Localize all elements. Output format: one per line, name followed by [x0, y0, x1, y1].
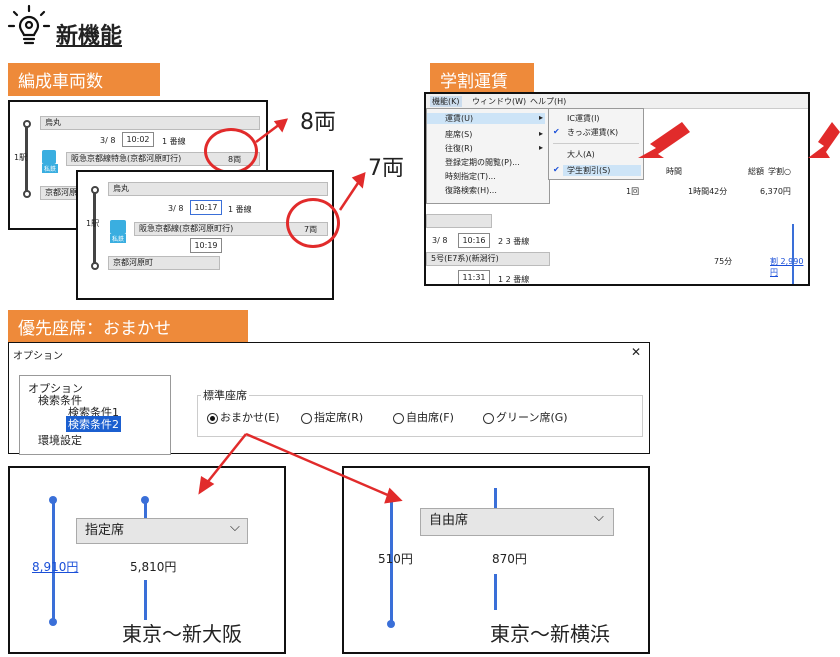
- options-tree: オプション 検索条件 検索条件1 検索条件2 環境設定: [19, 375, 171, 455]
- date: 3/ 8: [168, 204, 184, 213]
- time-box[interactable]: 11:31: [458, 270, 490, 284]
- train-icon-label: 私鉄: [110, 234, 127, 243]
- highlight-arrows: [638, 122, 840, 158]
- check-icon: ✔: [553, 165, 560, 174]
- train-icon: [42, 150, 56, 164]
- dialog-title: オプション: [13, 351, 63, 362]
- callout-back: 8両: [300, 110, 336, 135]
- menu-item-adult[interactable]: 大人(A): [567, 149, 595, 160]
- route-node: [387, 620, 395, 628]
- fare: 5,810円: [130, 560, 177, 574]
- track-label: 1駅: [86, 219, 100, 228]
- menu-item-seat[interactable]: 座席(S): [445, 129, 472, 140]
- minutes: 75分: [714, 257, 733, 266]
- station-to[interactable]: 京都河原町: [108, 256, 220, 270]
- chevron-right-icon: ▸: [539, 129, 544, 138]
- menu-item-time[interactable]: 時刻指定(T)...: [445, 171, 496, 182]
- time-box[interactable]: 10:02: [122, 132, 154, 147]
- menu-item-ticket[interactable]: きっぷ運賃(K): [567, 127, 618, 138]
- menu-divider: [553, 143, 639, 144]
- train-icon-label: 私鉄: [42, 164, 59, 173]
- menu-item-ic[interactable]: IC運賃(I): [567, 113, 600, 124]
- total-fare: 6,370円: [760, 187, 791, 196]
- chevron-down-icon: ⌵: [230, 520, 240, 535]
- chevron-right-icon: ▸: [539, 113, 544, 122]
- time-box[interactable]: 10:16: [458, 233, 490, 248]
- duration: 1時間42分: [688, 187, 728, 196]
- pointer-arrows: [198, 432, 403, 504]
- menu-item-fare[interactable]: 運賃(U): [427, 113, 545, 124]
- menu-function[interactable]: 機能(K): [430, 96, 462, 107]
- route-field: [426, 214, 492, 228]
- platform: 1 番線: [162, 137, 186, 146]
- menu-help[interactable]: ヘルプ(H): [530, 96, 566, 107]
- route-node: [49, 496, 57, 504]
- time-box[interactable]: 10:17: [190, 200, 222, 215]
- route-caption: 東京～新大阪: [122, 622, 242, 646]
- platform: 1 2 番線: [498, 275, 530, 284]
- platform: 1 番線: [228, 205, 252, 214]
- close-icon[interactable]: ✕: [631, 345, 641, 359]
- route-node: [49, 618, 57, 626]
- chevron-right-icon: ▸: [539, 143, 544, 152]
- seat-select[interactable]: 指定席: [76, 518, 248, 544]
- radio-dot: [483, 412, 494, 424]
- seat-select[interactable]: 自由席: [420, 508, 614, 536]
- track-label: 1駅: [14, 153, 28, 162]
- tag-car-count: 編成車両数: [8, 63, 160, 96]
- header: 新機能: [6, 4, 206, 49]
- menu-window[interactable]: ウィンドウ(W): [472, 96, 526, 107]
- rail-node: [23, 120, 31, 128]
- rail-node: [91, 186, 99, 194]
- menu-item-pass[interactable]: 登録定期の閲覧(P)...: [445, 157, 520, 168]
- chevron-down-icon: ⌵: [594, 510, 604, 525]
- tree-child-2[interactable]: 検索条件2: [66, 416, 121, 432]
- platform: 2 3 番線: [498, 237, 530, 246]
- tree-other[interactable]: 環境設定: [38, 432, 82, 448]
- radio-green[interactable]: グリーン席(G): [483, 409, 568, 425]
- route-line: [494, 488, 497, 508]
- seat-group-label: 標準座席: [201, 387, 249, 403]
- fare-link[interactable]: 8,910円: [32, 558, 78, 575]
- menu-item-return[interactable]: 復路検索(H)...: [445, 185, 497, 196]
- date: 3/ 8: [100, 136, 116, 145]
- rail-node: [91, 262, 99, 270]
- route-caption: 東京～新横浜: [490, 622, 610, 646]
- fare: 870円: [492, 552, 527, 566]
- train-name: 5号(E7系)(新潟行): [426, 252, 550, 266]
- check-icon: ✔: [553, 127, 560, 136]
- arrive-time[interactable]: 10:19: [190, 238, 222, 253]
- date: 3/ 8: [432, 236, 448, 245]
- rail-node: [23, 190, 31, 198]
- transfers: 1回: [626, 187, 640, 196]
- page-title: 新機能: [56, 24, 123, 49]
- callout-front: 7両: [368, 156, 404, 181]
- route-node: [141, 496, 149, 504]
- route-line: [144, 580, 147, 620]
- route-line: [792, 224, 794, 284]
- student-fare-link[interactable]: 割 2,990円: [770, 256, 808, 278]
- route-line: [494, 574, 497, 610]
- lightbulb-gear-icon: [7, 4, 51, 45]
- train-icon: [110, 220, 126, 234]
- radio-green-label: グリーン席(G): [496, 411, 568, 424]
- tag-seat-auto: 優先座席：おまかせ: [8, 310, 248, 343]
- menubar: 機能(K) ウィンドウ(W) ヘルプ(H): [426, 94, 808, 109]
- fare: 510円: [378, 552, 413, 566]
- dropdown-menu-fare: 運賃(U) 座席(S) 往復(R) 登録定期の閲覧(P)... 時刻指定(T).…: [426, 108, 550, 204]
- menu-item-roundtrip[interactable]: 往復(R): [445, 143, 473, 154]
